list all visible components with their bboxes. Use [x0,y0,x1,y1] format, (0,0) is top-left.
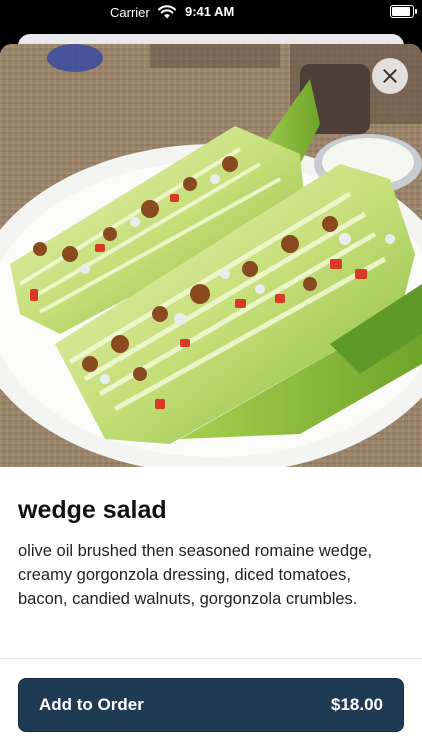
wedge-salad-photo [0,44,422,467]
photo-illustration [0,44,422,467]
divider [0,658,422,659]
add-to-order-label: Add to Order [39,695,144,714]
battery-fill [392,7,411,16]
add-to-order-button[interactable]: Add to Order $18.00 [18,678,404,732]
status-time: 9:41 AM [185,4,235,19]
item-title: wedge salad [18,496,167,524]
close-button[interactable] [372,58,408,94]
status-carrier: Carrier [110,5,150,20]
item-detail-sheet: wedge salad olive oil brushed then seaso… [0,44,422,750]
item-description: olive oil brushed then seasoned romaine … [18,542,373,608]
wifi-icon [158,5,176,19]
item-price: $18.00 [331,695,383,714]
close-icon [383,69,397,83]
battery-icon [390,5,417,18]
item-info: wedge salad olive oil brushed then seaso… [18,496,404,611]
status-bar: Carrier 9:41 AM [0,0,422,26]
